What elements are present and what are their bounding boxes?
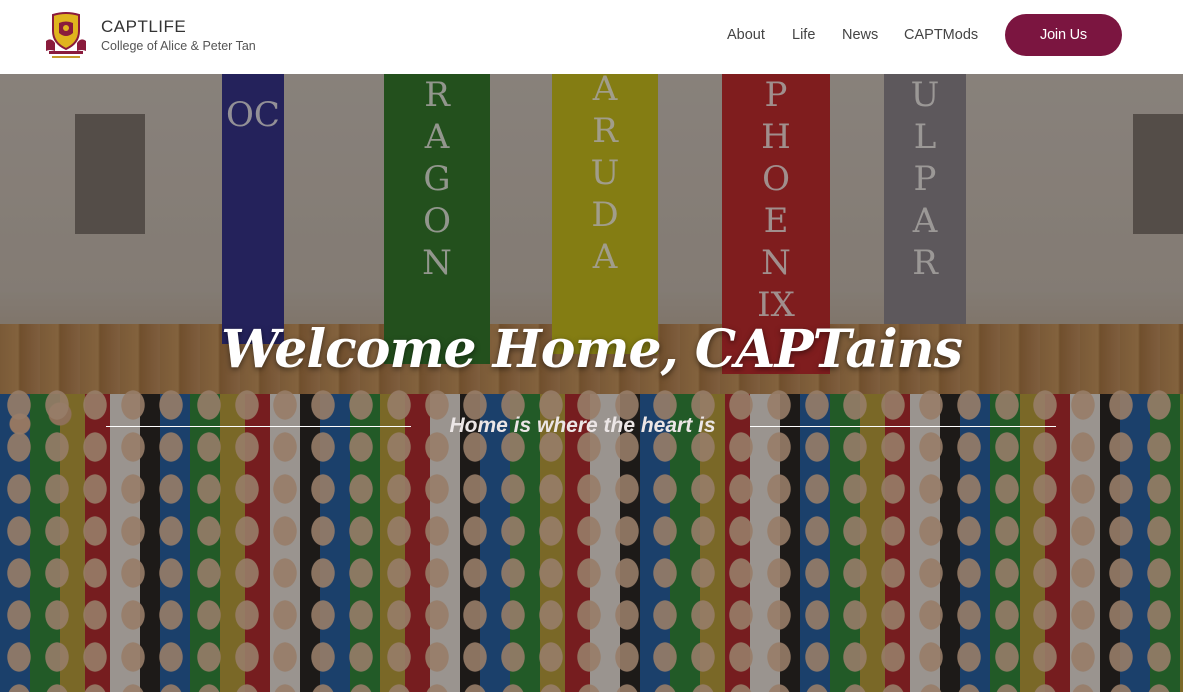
nav-link-about[interactable]: About: [727, 27, 765, 43]
hero-divider-left: [106, 426, 411, 427]
join-us-button[interactable]: Join Us: [1005, 14, 1122, 56]
nav-link-life[interactable]: Life: [792, 27, 815, 43]
hero-subtitle: Home is where the heart is: [449, 414, 716, 437]
hero-overlay: [0, 74, 1183, 692]
hero-title: Welcome Home, CAPTains: [221, 319, 963, 380]
hero-section: OC RAGON ARUDA PHOENIX ULPAR Welcome Hom…: [0, 74, 1183, 692]
hero-divider-right: [750, 426, 1056, 427]
nav-link-captmods[interactable]: CAPTMods: [904, 27, 978, 43]
site-header: CAPTLIFE College of Alice & Peter Tan Ab…: [0, 0, 1183, 74]
nav-link-news[interactable]: News: [842, 27, 878, 43]
